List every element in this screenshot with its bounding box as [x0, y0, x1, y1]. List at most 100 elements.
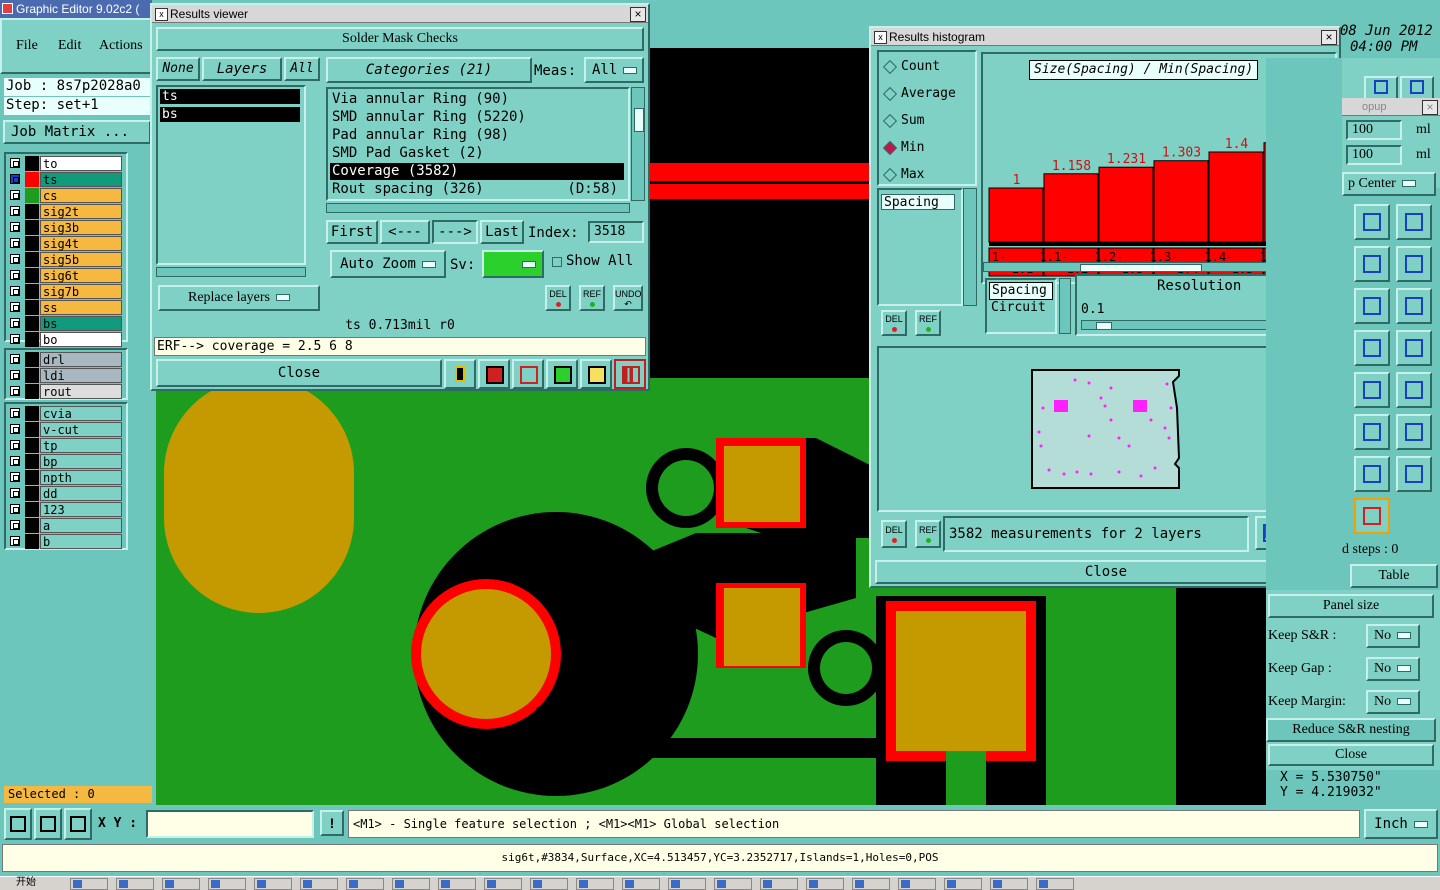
layer-name[interactable]: sig3b: [40, 220, 122, 235]
taskbar-item[interactable]: [484, 878, 522, 890]
layer-color-swatch[interactable]: [25, 368, 39, 383]
layer-name[interactable]: b: [40, 534, 122, 549]
layer-color-swatch[interactable]: [25, 534, 39, 549]
report-tool-button[interactable]: [478, 359, 510, 389]
layer-checkbox[interactable]: [10, 254, 20, 264]
layer-row-dd[interactable]: dd: [8, 486, 124, 501]
keep-sr-dropdown[interactable]: No: [1366, 624, 1420, 648]
mode-radio-count[interactable]: Count: [881, 56, 991, 78]
ref-button[interactable]: REF: [579, 285, 605, 311]
panel-size-button[interactable]: Panel size: [1268, 594, 1434, 618]
layer-color-swatch[interactable]: [25, 156, 39, 171]
taskbar-item[interactable]: [346, 878, 384, 890]
layer-color-swatch[interactable]: [25, 284, 39, 299]
layer-checkbox[interactable]: [10, 354, 20, 364]
hist-ref-button[interactable]: REF: [915, 310, 941, 336]
category-item[interactable]: Rout spacing (326) (D:58): [330, 181, 624, 198]
taskbar-item[interactable]: [208, 878, 246, 890]
histogram-bar[interactable]: [988, 187, 1044, 243]
layer-name[interactable]: rout: [40, 384, 122, 399]
layer-name[interactable]: bp: [40, 454, 122, 469]
popup-field-2[interactable]: 100: [1346, 145, 1402, 165]
del-button[interactable]: DEL: [545, 285, 571, 311]
preview-del-button[interactable]: DEL: [881, 520, 907, 548]
layer-name[interactable]: cvia: [40, 406, 122, 421]
row-button[interactable]: [1354, 372, 1390, 408]
layer-name[interactable]: v-cut: [40, 422, 122, 437]
layer-color-swatch[interactable]: [25, 332, 39, 347]
layer-color-swatch[interactable]: [25, 454, 39, 469]
layer-checkbox[interactable]: [10, 456, 20, 466]
array-2-button[interactable]: [1396, 330, 1432, 366]
layer-color-swatch[interactable]: [25, 188, 39, 203]
layer-row-ss[interactable]: ss: [8, 300, 124, 315]
split-panel-button[interactable]: [1354, 204, 1390, 240]
layer-name[interactable]: bo: [40, 332, 122, 347]
categories-button[interactable]: Categories (21): [326, 57, 532, 83]
mode-radio-average[interactable]: Average: [881, 83, 991, 105]
layer-color-swatch[interactable]: [25, 220, 39, 235]
secondary-item-spacing[interactable]: Spacing: [989, 282, 1053, 300]
taskbar-item[interactable]: [438, 878, 476, 890]
histogram-field-list[interactable]: Spacing: [877, 188, 963, 306]
layer-color-swatch[interactable]: [25, 502, 39, 517]
layer-name[interactable]: dd: [40, 486, 122, 501]
first-button[interactable]: First: [326, 220, 378, 244]
layer-checkbox[interactable]: [10, 238, 20, 248]
layer-checkbox[interactable]: [10, 472, 20, 482]
select-tool-button[interactable]: [4, 808, 32, 840]
category-item[interactable]: Via annular Ring (90): [330, 91, 624, 108]
layer-name[interactable]: cs: [40, 188, 122, 203]
category-item[interactable]: Coverage (3582): [330, 163, 624, 180]
layer-color-swatch[interactable]: [25, 486, 39, 501]
layer-name[interactable]: ts: [40, 172, 122, 187]
category-list[interactable]: Via annular Ring (90) SMD annular Ring (5…: [326, 87, 630, 201]
shrink-h-button[interactable]: [1354, 456, 1390, 492]
taskbar-item[interactable]: [990, 878, 1028, 890]
start-button[interactable]: 开始: [2, 877, 36, 889]
layer-checkbox[interactable]: [10, 190, 20, 200]
layer-color-swatch[interactable]: [25, 518, 39, 533]
taskbar-item[interactable]: [852, 878, 890, 890]
layer-item-ts[interactable]: ts: [160, 89, 300, 104]
all-layers-button[interactable]: All: [284, 57, 320, 81]
chart-tool-button[interactable]: [614, 359, 646, 389]
histogram-bar[interactable]: [1208, 151, 1264, 243]
layer-row-npth[interactable]: npth: [8, 470, 124, 485]
layer-checkbox[interactable]: [10, 318, 20, 328]
taskbar-item[interactable]: [714, 878, 752, 890]
layer-item-bs[interactable]: bs: [160, 107, 300, 122]
taskbar-item[interactable]: [576, 878, 614, 890]
menu-actions[interactable]: Actions: [99, 38, 143, 54]
erf-tool-button[interactable]: [512, 359, 544, 389]
layer-checkbox[interactable]: [10, 270, 20, 280]
preview-ref-button[interactable]: REF: [915, 520, 941, 548]
menu-edit[interactable]: Edit: [58, 38, 81, 54]
mode-radio-min[interactable]: Min: [881, 137, 991, 159]
taskbar-item[interactable]: [254, 878, 292, 890]
shrink-v-button[interactable]: [1396, 456, 1432, 492]
grid-panel-button[interactable]: [1396, 204, 1432, 240]
snap-tool-button[interactable]: [64, 808, 92, 840]
layer-name[interactable]: sig5b: [40, 252, 122, 267]
layer-row-drl[interactable]: drl: [8, 352, 124, 367]
undo-button[interactable]: UNDO ↶: [613, 285, 643, 311]
secondary-list-vscroll[interactable]: [1059, 278, 1071, 334]
none-button[interactable]: None: [156, 57, 200, 81]
next-button[interactable]: --->: [432, 220, 478, 244]
layer-checkbox[interactable]: [10, 536, 20, 546]
list-tool-button[interactable]: [580, 359, 612, 389]
units-dropdown[interactable]: Inch: [1364, 809, 1438, 839]
alert-button[interactable]: !: [320, 810, 344, 836]
sv-color-dropdown[interactable]: [482, 250, 544, 278]
layer-color-swatch[interactable]: [25, 316, 39, 331]
index-input[interactable]: 3518: [588, 221, 644, 243]
layer-color-swatch[interactable]: [25, 422, 39, 437]
layer-select-list[interactable]: ts bs: [156, 85, 306, 265]
layer-checkbox[interactable]: [10, 386, 20, 396]
rotate-button[interactable]: [1396, 288, 1432, 324]
layer-name[interactable]: sig7b: [40, 284, 122, 299]
taskbar-item[interactable]: [116, 878, 154, 890]
layer-name[interactable]: a: [40, 518, 122, 533]
mode-radio-sum[interactable]: Sum: [881, 110, 991, 132]
